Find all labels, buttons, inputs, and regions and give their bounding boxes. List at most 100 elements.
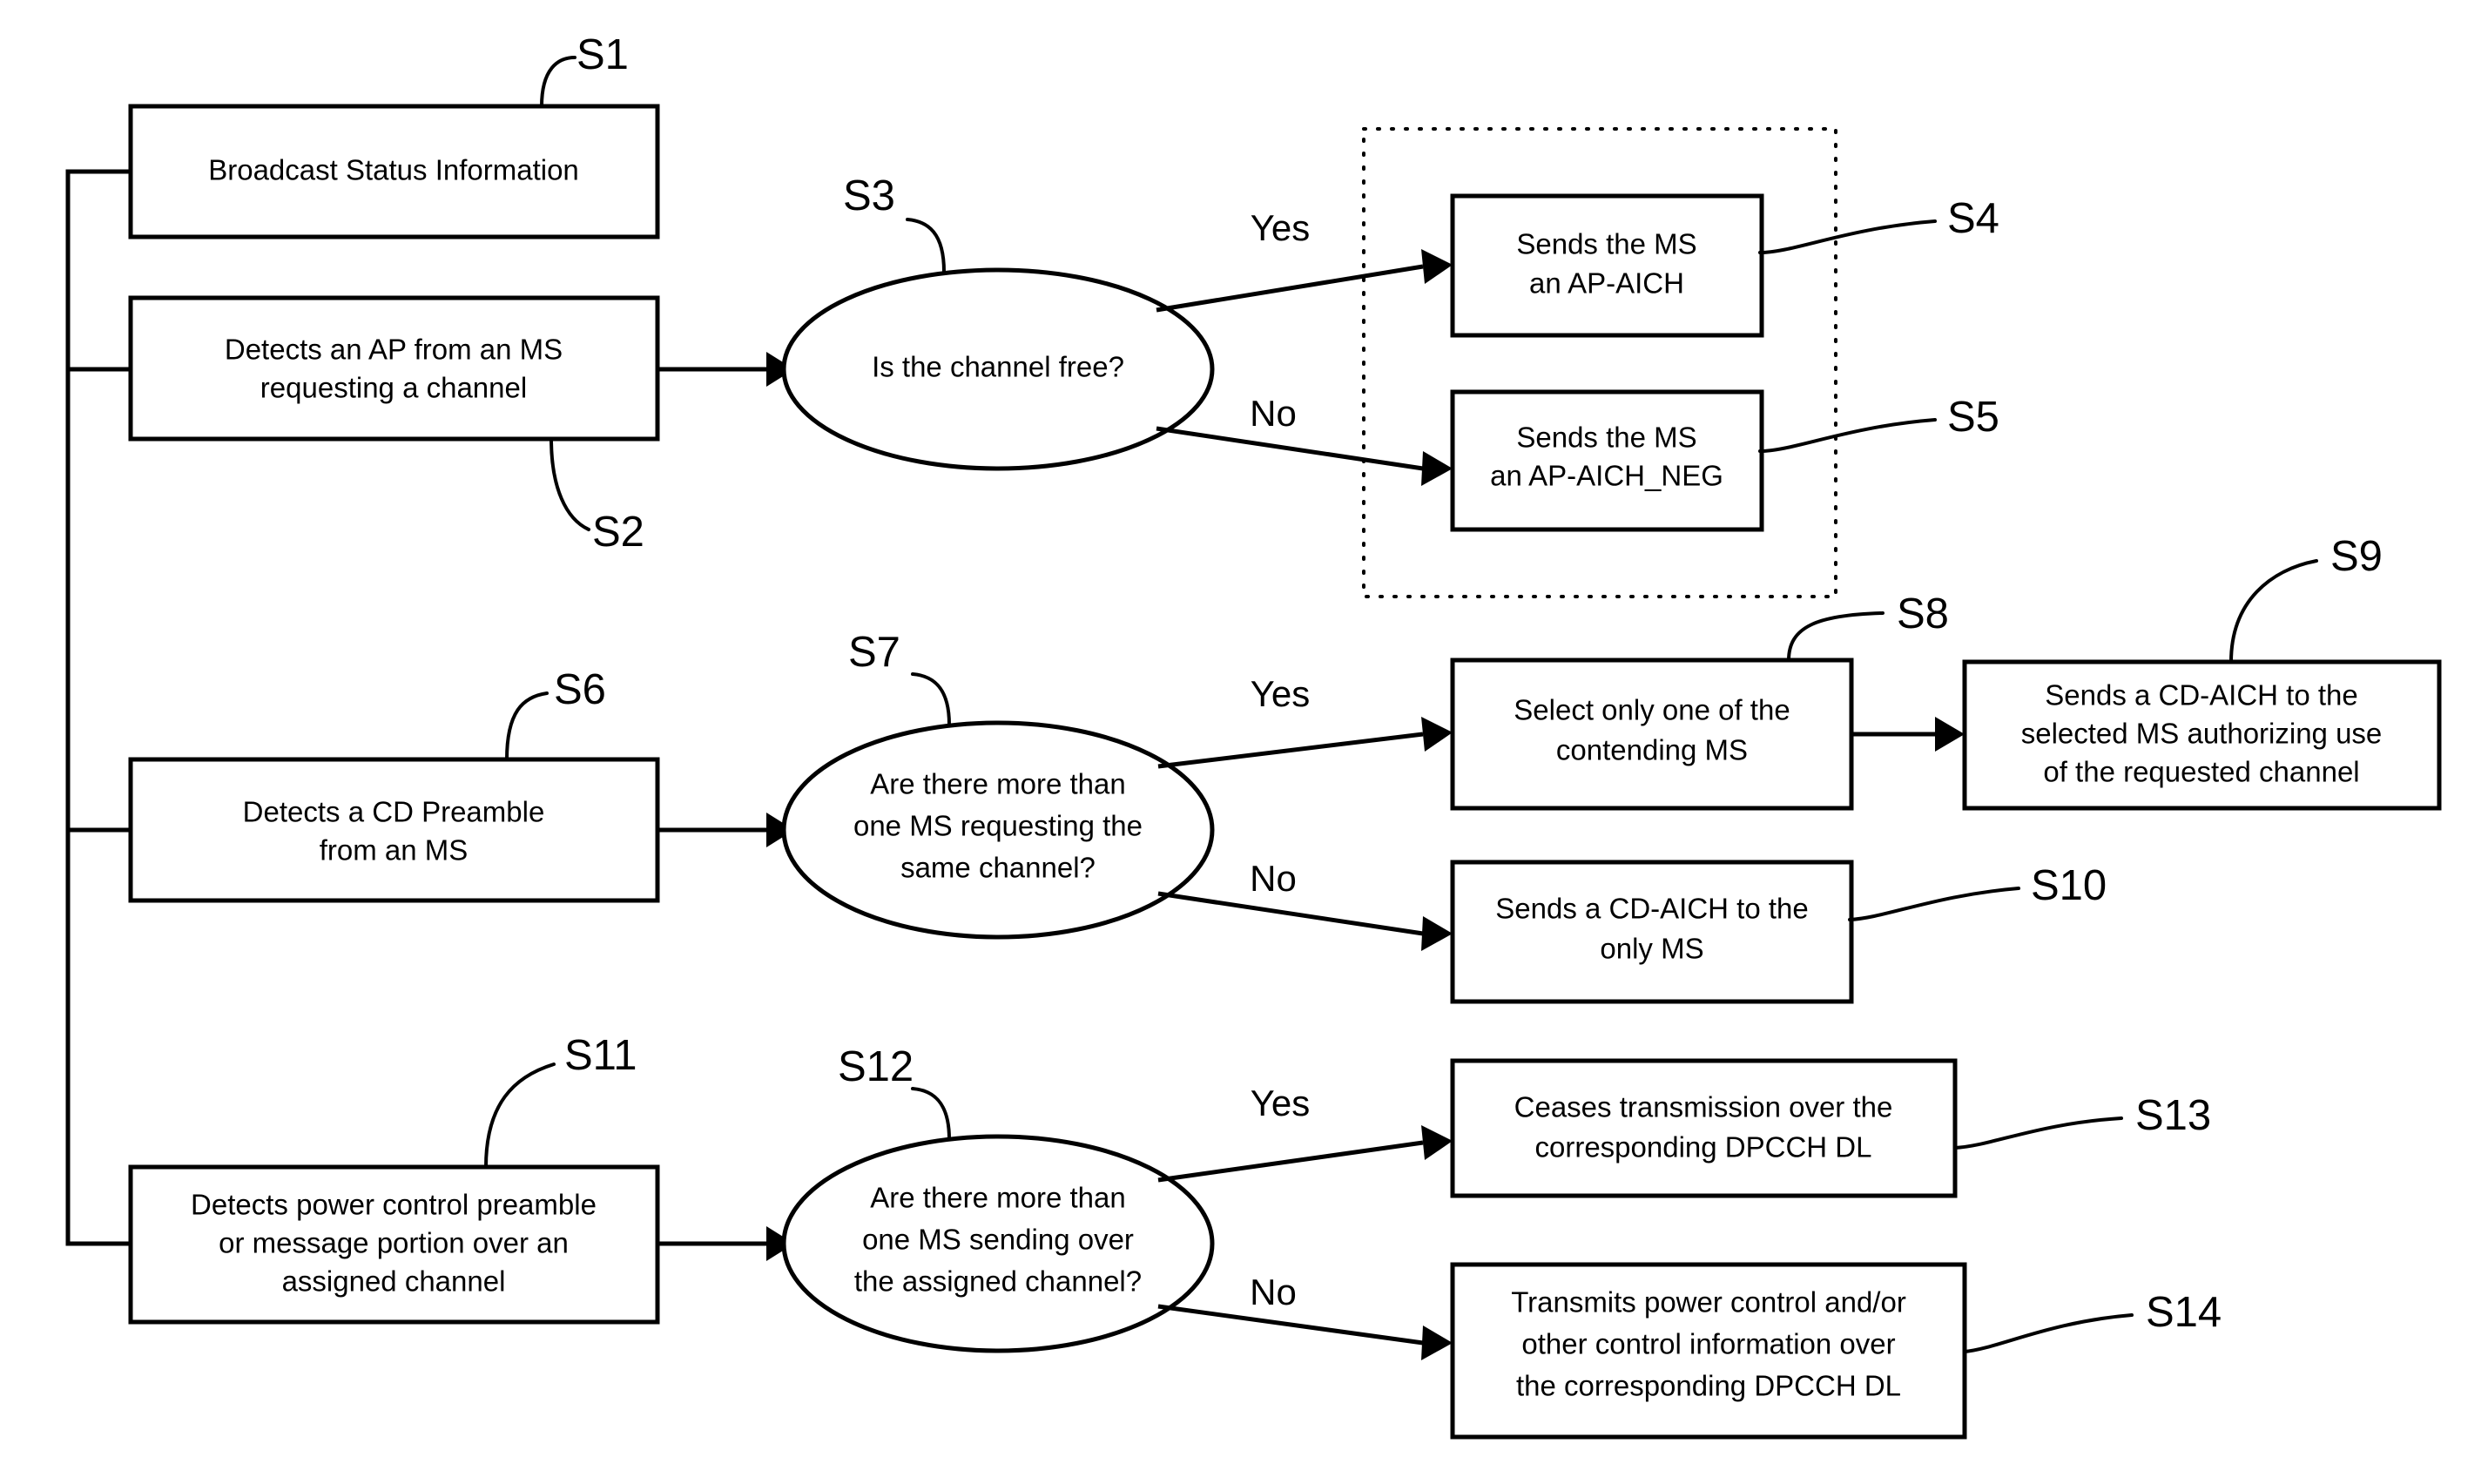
- ref-leader-s11: S11: [484, 1032, 637, 1169]
- node-s6[interactable]: Detects a CD Preamble from an MS: [128, 757, 660, 903]
- branch-label-s3-yes: Yes: [1251, 207, 1311, 248]
- arrow-head-s8-s9: [1935, 717, 1965, 752]
- node-s7-label-line2: one MS requesting the: [853, 810, 1143, 842]
- ref-leader-s10: S10: [1848, 862, 2107, 921]
- node-s4[interactable]: Sends the MS an AP-AICH: [1450, 193, 1764, 338]
- node-s2-label-line2: requesting a channel: [260, 372, 527, 404]
- ref-label-s7: S7: [848, 629, 900, 676]
- left-bus-connector: [65, 169, 131, 1246]
- node-s4-label-line2: an AP-AICH: [1529, 267, 1684, 300]
- node-s12-label-line3: the assigned channel?: [854, 1265, 1142, 1298]
- node-s12-label-line2: one MS sending over: [862, 1224, 1134, 1256]
- ref-label-s3: S3: [843, 172, 895, 219]
- ref-label-s1: S1: [576, 31, 629, 78]
- edge-s8-to-s9: [1851, 717, 1965, 752]
- node-s8[interactable]: Select only one of the contending MS: [1450, 658, 1854, 811]
- edge-s7-no-to-s10: No: [1157, 858, 1453, 951]
- edge-s12-yes-to-s13: Yes: [1157, 1083, 1453, 1183]
- ref-leader-s6: S6: [505, 666, 606, 761]
- node-s11-label-line3: assigned channel: [282, 1265, 506, 1298]
- node-s2-box[interactable]: [128, 295, 660, 442]
- node-s6-label-line2: from an MS: [320, 834, 469, 867]
- ref-label-s13: S13: [2135, 1092, 2211, 1139]
- node-s11-label-line2: or message portion over an: [219, 1227, 569, 1259]
- node-s5[interactable]: Sends the MS an AP-AICH_NEG: [1450, 389, 1764, 532]
- node-s6-box[interactable]: [128, 757, 660, 903]
- node-s12[interactable]: Are there more than one MS sending over …: [781, 1134, 1215, 1353]
- flowchart-page: Broadcast Status Information S1 Detects …: [0, 0, 2488, 1484]
- ref-leader-s3: S3: [843, 172, 946, 273]
- node-s4-box[interactable]: [1450, 193, 1764, 338]
- ref-leader-s4: S4: [1758, 195, 1999, 254]
- node-s6-label-line1: Detects a CD Preamble: [243, 796, 545, 828]
- node-s11-label-line1: Detects power control preamble: [191, 1189, 597, 1221]
- node-s1-label: Broadcast Status Information: [208, 154, 579, 186]
- arrow-head-s7-s10: [1421, 916, 1453, 951]
- node-s5-label-line1: Sends the MS: [1516, 422, 1696, 454]
- ref-leader-s2: S2: [550, 437, 644, 556]
- branch-label-s12-no: No: [1250, 1272, 1297, 1312]
- node-s14-label-line1: Transmits power control and/or: [1511, 1286, 1906, 1319]
- ref-label-s4: S4: [1947, 195, 1999, 242]
- ref-label-s12: S12: [838, 1043, 914, 1090]
- ref-leader-s12: S12: [838, 1043, 951, 1141]
- edge-s2-to-s3: [657, 352, 794, 387]
- node-s9-label-line1: Sends a CD-AICH to the: [2045, 679, 2358, 712]
- node-s14[interactable]: Transmits power control and/or other con…: [1450, 1262, 1967, 1440]
- node-s3-label: Is the channel free?: [872, 351, 1124, 383]
- node-s9[interactable]: Sends a CD-AICH to the selected MS autho…: [1962, 659, 2442, 811]
- branch-label-s3-no: No: [1250, 393, 1297, 434]
- edge-s12-no-to-s14: No: [1157, 1272, 1453, 1360]
- node-s9-label-line3: of the requested channel: [2043, 756, 2359, 788]
- ref-label-s5: S5: [1947, 394, 1999, 441]
- node-s7[interactable]: Are there more than one MS requesting th…: [781, 720, 1215, 940]
- ref-label-s11: S11: [564, 1032, 637, 1079]
- node-s10-label-line1: Sends a CD-AICH to the: [1495, 893, 1809, 925]
- node-s7-label-line3: same channel?: [900, 852, 1096, 884]
- node-s14-label-line2: other control information over: [1521, 1328, 1895, 1360]
- node-s13[interactable]: Ceases transmission over the correspondi…: [1450, 1058, 1958, 1198]
- ref-label-s2: S2: [592, 509, 644, 556]
- node-s10-label-line2: only MS: [1600, 933, 1703, 965]
- node-s8-label-line2: contending MS: [1556, 734, 1748, 766]
- ref-leader-s8: S8: [1787, 590, 1949, 662]
- arrow-head-s12-s13: [1421, 1125, 1453, 1160]
- node-s10[interactable]: Sends a CD-AICH to the only MS: [1450, 860, 1854, 1004]
- ref-label-s9: S9: [2330, 533, 2383, 580]
- node-s2[interactable]: Detects an AP from an MS requesting a ch…: [128, 295, 660, 442]
- node-s4-label-line1: Sends the MS: [1516, 228, 1696, 260]
- branch-label-s7-yes: Yes: [1251, 673, 1311, 714]
- edge-s6-to-s7: [657, 813, 794, 847]
- edge-s3-no-to-s5: No: [1156, 393, 1453, 486]
- arrow-head-s12-s14: [1421, 1325, 1453, 1360]
- ref-leader-s13: S13: [1953, 1092, 2211, 1150]
- ref-label-s6: S6: [554, 666, 606, 713]
- node-s13-label-line1: Ceases transmission over the: [1514, 1091, 1893, 1123]
- node-s9-label-line2: selected MS authorizing use: [2021, 718, 2383, 750]
- arrow-head-s3-s4: [1421, 249, 1453, 284]
- ref-label-s10: S10: [2031, 862, 2107, 909]
- node-s2-label-line1: Detects an AP from an MS: [225, 334, 563, 366]
- edge-s3-yes-to-s4: Yes: [1156, 207, 1453, 313]
- ref-leader-s7: S7: [848, 629, 951, 726]
- node-s3[interactable]: Is the channel free?: [781, 267, 1215, 471]
- flowchart-canvas: Broadcast Status Information S1 Detects …: [65, 31, 2442, 1440]
- ref-label-s14: S14: [2146, 1289, 2222, 1336]
- edge-s7-yes-to-s8: Yes: [1157, 673, 1453, 769]
- node-s1[interactable]: Broadcast Status Information: [128, 104, 660, 239]
- ref-leader-s5: S5: [1758, 394, 1999, 453]
- arrow-head-s3-s5: [1421, 451, 1453, 486]
- node-s12-label-line1: Are there more than: [870, 1182, 1126, 1214]
- node-s5-label-line2: an AP-AICH_NEG: [1490, 460, 1723, 492]
- edge-s11-to-s12: [657, 1226, 794, 1261]
- arrow-head-s7-s8: [1421, 717, 1453, 752]
- ref-label-s8: S8: [1897, 590, 1949, 637]
- node-s8-label-line1: Select only one of the: [1514, 694, 1790, 726]
- ref-leader-s14: S14: [1963, 1289, 2222, 1353]
- node-s13-box[interactable]: [1450, 1058, 1958, 1198]
- branch-label-s7-no: No: [1250, 858, 1297, 899]
- node-s11[interactable]: Detects power control preamble or messag…: [128, 1164, 660, 1325]
- node-s14-label-line3: the corresponding DPCCH DL: [1516, 1370, 1901, 1402]
- ref-leader-s9: S9: [2229, 533, 2383, 664]
- node-s7-label-line1: Are there more than: [870, 768, 1126, 800]
